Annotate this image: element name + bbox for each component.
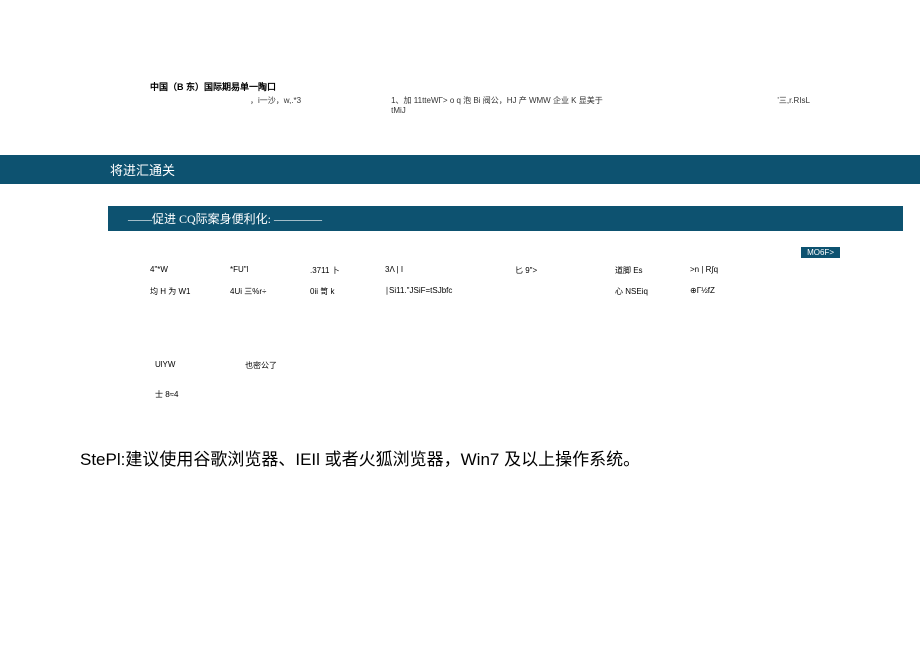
header-title: 中国（B 东）国际期易单一陶口 — [150, 80, 810, 93]
grid-cell: 0ii 笥 k — [310, 286, 385, 297]
step-instruction: StePl:建议使用谷歌浏览器、IEIl 或者火狐浏览器，Win7 及以上操作系… — [80, 445, 640, 470]
grid-row-1: 4"*W *FU"l .3711 卜 3Λ | I 匕 9"> 道脚 Es >n… — [150, 265, 850, 276]
lower-cell: 也密公了 — [245, 360, 277, 371]
lower-row-2: 士 8≈4 — [155, 389, 277, 400]
grid-cell: 均 H 为 W1 — [150, 286, 230, 297]
grid-cell: .3711 卜 — [310, 265, 385, 276]
grid-cell: *FU"l — [230, 265, 310, 276]
grid-cell: 3Λ | I — [385, 265, 515, 276]
data-grid: 4"*W *FU"l .3711 卜 3Λ | I 匕 9"> 道脚 Es >n… — [150, 265, 850, 307]
lower-row-1: UlYW 也密公了 — [155, 360, 277, 371]
header-sub-left: ，i一沙，w,.*3 — [250, 95, 301, 115]
grid-cell: ∣Si11."JSiF=tSJbfc — [385, 286, 515, 297]
grid-cell: 4"*W — [150, 265, 230, 276]
grid-row-2: 均 H 为 W1 4Ui 三%r÷ 0ii 笥 k ∣Si11."JSiF=tS… — [150, 286, 850, 297]
grid-cell: 匕 9"> — [515, 265, 615, 276]
more-badge[interactable]: MO6F> — [801, 247, 840, 258]
grid-cell: ⊕Γ½fZ — [690, 286, 750, 297]
banner-secondary: ——促进 CQ际案身便利化: ———— — [108, 206, 903, 231]
header-sub-right: '三,r.RIsL — [777, 95, 810, 115]
lower-block: UlYW 也密公了 士 8≈4 — [155, 360, 277, 400]
lower-cell: UlYW — [155, 360, 245, 371]
grid-cell — [515, 286, 615, 297]
header-area: 中国（B 东）国际期易单一陶口 ，i一沙，w,.*3 1、加 11tteWΓ> … — [0, 0, 920, 115]
header-sub-line: ，i一沙，w,.*3 1、加 11tteWΓ> o q 泡 Bi 阀公，HJ 产… — [150, 95, 810, 115]
header-sub-mid: 1、加 11tteWΓ> o q 泡 Bi 阀公，HJ 产 WMW 企业 K 显… — [391, 95, 617, 115]
grid-cell: 4Ui 三%r÷ — [230, 286, 310, 297]
grid-cell: >n | R∫q — [690, 265, 750, 276]
grid-cell: 心 NSEiq — [615, 286, 690, 297]
banner-primary: 将进汇通关 — [0, 155, 920, 184]
grid-cell: 道脚 Es — [615, 265, 690, 276]
